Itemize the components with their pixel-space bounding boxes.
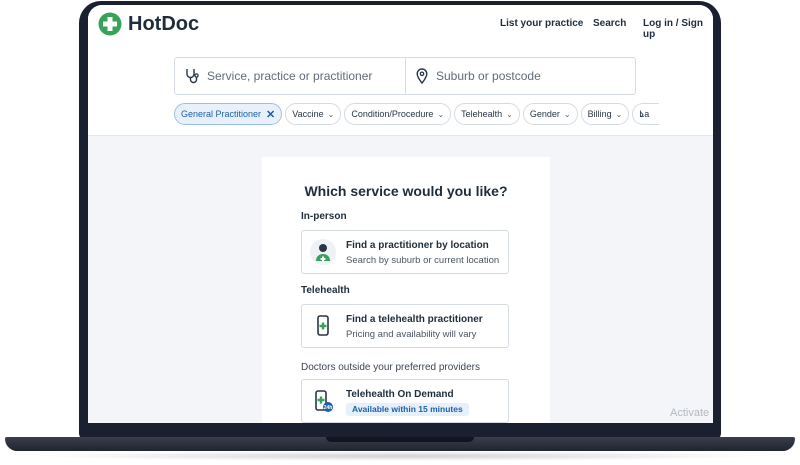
search-box: Service, practice or practitioner Suburb… xyxy=(174,57,636,95)
nav-list-your-practice[interactable]: List your practice xyxy=(500,18,583,29)
filter-telehealth[interactable]: Telehealth ⌄ xyxy=(454,103,520,125)
chevron-down-icon: ⌄ xyxy=(506,109,513,119)
telehealth-heading: Telehealth xyxy=(301,285,350,296)
find-telehealth-option[interactable]: Find a telehealth practitioner Pricing a… xyxy=(301,304,509,348)
outside-providers-heading: Doctors outside your preferred providers xyxy=(301,362,480,373)
brand-name: HotDoc xyxy=(128,12,200,35)
stethoscope-icon xyxy=(186,69,199,84)
phone-24h-icon: 24h xyxy=(315,390,333,412)
filter-chips: General Practitioner ✕ Vaccine ⌄ Conditi… xyxy=(174,103,664,125)
filter-label: Gender xyxy=(529,109,560,119)
find-by-location-option[interactable]: Find a practitioner by location Search b… xyxy=(301,230,509,274)
nav-search[interactable]: Search xyxy=(593,18,626,29)
option-subtitle: Pricing and availability will vary xyxy=(346,329,477,340)
filter-condition-procedure[interactable]: Condition/Procedure ⌄ xyxy=(344,103,452,125)
option-title: Telehealth On Demand xyxy=(346,389,454,400)
chevron-down-icon: ⌄ xyxy=(327,109,335,119)
icon-24h-label: 24h xyxy=(324,405,333,411)
service-search-placeholder: Service, practice or practitioner xyxy=(207,69,373,83)
option-title: Find a telehealth practitioner xyxy=(346,314,483,325)
nav-login-signup[interactable]: Log in / Sign up xyxy=(643,18,713,40)
option-title: Find a practitioner by location xyxy=(346,240,489,251)
card-title: Which service would you like? xyxy=(304,183,508,199)
telehealth-on-demand-option[interactable]: 24h Telehealth On Demand Available withi… xyxy=(301,379,509,423)
filter-general-practitioner[interactable]: General Practitioner ✕ xyxy=(174,103,283,125)
filter-label: Billing xyxy=(587,109,612,119)
location-search-placeholder: Suburb or postcode xyxy=(436,69,541,83)
search-panel: Service, practice or practitioner Suburb… xyxy=(88,47,713,136)
service-selection-card: Which service would you like? In-person … xyxy=(262,157,550,423)
availability-badge: Available within 15 minutes xyxy=(346,403,469,416)
chevron-down-icon: ⌄ xyxy=(615,109,623,119)
phone-medical-icon xyxy=(317,315,329,336)
filter-label: General Practitioner xyxy=(181,109,262,119)
filter-vaccine[interactable]: Vaccine ⌄ xyxy=(285,103,342,125)
site-header: HotDoc List your practice Search Log in … xyxy=(88,5,713,47)
laptop-notch xyxy=(326,437,474,442)
chevron-down-icon: ⌄ xyxy=(563,109,571,119)
close-icon[interactable]: ✕ xyxy=(266,108,275,121)
browser-screen: HotDoc List your practice Search Log in … xyxy=(88,5,713,423)
laptop-shadow xyxy=(30,451,770,461)
filter-billing[interactable]: Billing ⌄ xyxy=(580,103,630,125)
in-person-heading: In-person xyxy=(301,211,347,222)
filter-label: Telehealth xyxy=(461,109,503,119)
filter-label: Condition/Procedure xyxy=(351,109,434,119)
location-search-input[interactable]: Suburb or postcode xyxy=(406,58,635,94)
option-subtitle: Search by suburb or current location xyxy=(346,255,500,266)
filter-gender[interactable]: Gender ⌄ xyxy=(522,103,578,125)
chevron-down-icon: ⌄ xyxy=(437,109,445,119)
hotdoc-logo[interactable]: HotDoc xyxy=(98,12,199,36)
filter-language-partial[interactable]: La xyxy=(632,103,660,125)
activate-watermark: Activate xyxy=(670,407,710,419)
filter-label: Vaccine xyxy=(292,109,324,119)
chevron-right-icon[interactable]: › xyxy=(640,107,644,121)
doctor-avatar-icon xyxy=(310,239,336,265)
service-search-input[interactable]: Service, practice or practitioner xyxy=(175,58,406,94)
location-pin-icon xyxy=(416,68,428,84)
medical-cross-logo-icon xyxy=(98,12,122,36)
